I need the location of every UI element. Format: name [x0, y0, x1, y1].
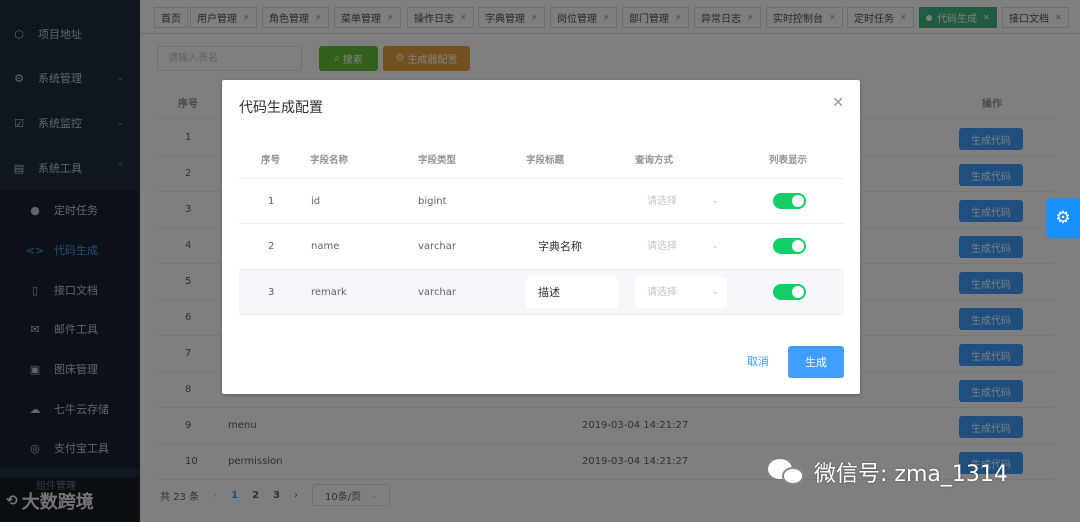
column-header-field-type: 字段类型 [418, 155, 457, 166]
field-type: varchar [418, 287, 457, 298]
field-row: 2 name varchar 字典名称 请选择 ⌄ [239, 223, 844, 269]
select-placeholder: 请选择 [647, 241, 677, 252]
table-bottom-divider [239, 314, 844, 315]
field-index: 2 [268, 241, 275, 252]
field-index: 3 [268, 287, 275, 298]
wechat-watermark: 微信号: zma_1314 [768, 452, 1008, 492]
cancel-button[interactable]: 取消 [747, 353, 769, 369]
field-row: 3 remark varchar 描述 请选择 ⌄ [239, 269, 844, 315]
generate-button[interactable]: 生成 [788, 346, 844, 378]
field-type: bigint [418, 196, 447, 207]
field-type: varchar [418, 241, 457, 252]
field-name: remark [311, 287, 347, 298]
chevron-down-icon: ⌄ [711, 241, 719, 251]
column-header-field-name: 字段名称 [310, 155, 349, 166]
column-header-index: 序号 [261, 155, 281, 166]
switch-knob [792, 240, 804, 252]
select-placeholder: 请选择 [647, 287, 677, 298]
codegen-config-dialog: 代码生成配置 ✕ 序号 字段名称 字段类型 字段标题 查询方式 列表显示 1 i… [222, 80, 860, 394]
query-type-select[interactable]: 请选择 ⌄ [635, 277, 727, 308]
field-name: name [311, 241, 340, 252]
dialog-title: 代码生成配置 [239, 100, 323, 116]
list-show-switch[interactable] [773, 284, 806, 300]
field-index: 1 [268, 196, 275, 207]
field-title-input[interactable]: 描述 [526, 277, 618, 308]
list-show-switch[interactable] [773, 193, 806, 209]
list-show-switch[interactable] [773, 238, 806, 254]
switch-knob [792, 195, 804, 207]
query-type-select[interactable]: 请选择 ⌄ [635, 186, 727, 217]
field-row: 1 id bigint 请选择 ⌄ [239, 178, 844, 224]
field-title-input[interactable]: 字典名称 [526, 231, 618, 262]
select-placeholder: 请选择 [647, 196, 677, 207]
field-name: id [311, 196, 321, 207]
query-type-select[interactable]: 请选择 ⌄ [635, 231, 727, 262]
chevron-down-icon: ⌄ [711, 196, 719, 206]
column-header-field-title: 字段标题 [526, 155, 565, 166]
settings-gear-icon[interactable]: ⚙ [1046, 198, 1080, 238]
column-header-query: 查询方式 [635, 155, 674, 166]
chevron-down-icon: ⌄ [711, 287, 719, 297]
field-title-input[interactable] [526, 186, 618, 217]
watermark-text: 微信号: zma_1314 [814, 462, 1008, 487]
close-icon[interactable]: ✕ [832, 95, 844, 111]
switch-knob [792, 286, 804, 298]
wechat-icon [768, 457, 808, 487]
column-header-list-show: 列表显示 [769, 155, 808, 166]
